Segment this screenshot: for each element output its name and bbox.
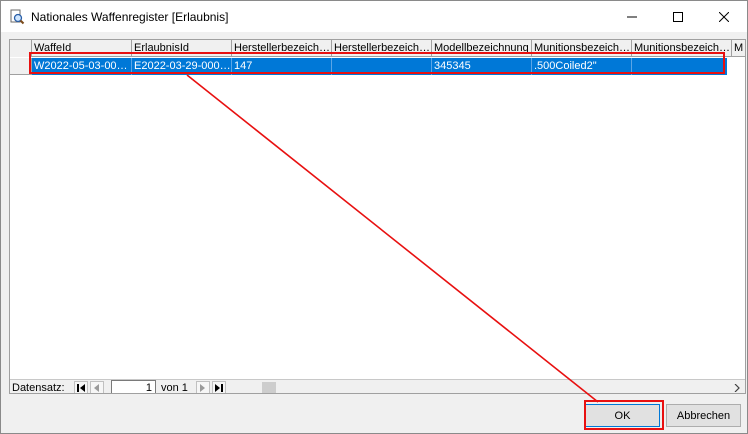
horizontal-scroll-thumb[interactable]: [262, 382, 276, 393]
column-header-modellbezeichnung[interactable]: Modellbezeichnung: [432, 40, 532, 57]
next-record-icon: [200, 384, 205, 392]
column-header-truncated[interactable]: M: [732, 40, 745, 57]
window-title: Nationales Waffenregister [Erlaubnis]: [31, 10, 229, 24]
cell-modellbezeichnung[interactable]: 345345: [432, 58, 532, 75]
data-grid[interactable]: WaffeId ErlaubnisId Herstellerbezeich… H…: [9, 39, 746, 394]
navigator-label: Datensatz:: [12, 382, 65, 394]
title-bar[interactable]: Nationales Waffenregister [Erlaubnis]: [1, 1, 747, 32]
cell-erlaubnisid[interactable]: E2022-03-29-000…: [132, 58, 232, 75]
previous-record-button[interactable]: [90, 381, 104, 393]
column-header-munitionsbezeichnung-1[interactable]: Munitionsbezeich…: [532, 40, 632, 57]
cell-herstellerbezeichnung-2[interactable]: [332, 58, 432, 75]
ok-button[interactable]: OK: [585, 404, 660, 427]
table-row[interactable]: W2022-05-03-00… E2022-03-29-000… 147 345…: [10, 58, 745, 75]
previous-record-icon: [94, 384, 99, 392]
last-record-button[interactable]: [212, 381, 226, 393]
column-header-waffeid[interactable]: WaffeId: [32, 40, 132, 57]
row-selector-header[interactable]: [10, 40, 32, 57]
close-button[interactable]: [701, 1, 747, 32]
cell-waffeid[interactable]: W2022-05-03-00…: [32, 58, 132, 75]
cell-munitionsbezeichnung-1[interactable]: .500Coiled2": [532, 58, 632, 75]
column-header-herstellerbezeichnung-1[interactable]: Herstellerbezeich…: [232, 40, 332, 57]
current-record-input[interactable]: [111, 380, 156, 393]
cell-munitionsbezeichnung-2[interactable]: [632, 58, 727, 75]
column-header-munitionsbezeichnung-2[interactable]: Munitionsbezeich…: [632, 40, 732, 57]
horizontal-scrollbar[interactable]: [248, 380, 745, 393]
scroll-right-button[interactable]: [731, 382, 743, 393]
column-header-erlaubnisid[interactable]: ErlaubnisId: [132, 40, 232, 57]
search-document-icon: [10, 9, 25, 25]
cell-herstellerbezeichnung-1[interactable]: 147: [232, 58, 332, 75]
minimize-button[interactable]: [609, 1, 655, 32]
record-count-text: von 1: [161, 382, 188, 394]
record-navigator: Datensatz: von 1: [10, 379, 745, 394]
cancel-button[interactable]: Abbrechen: [666, 404, 741, 427]
maximize-button[interactable]: [655, 1, 701, 32]
grid-header: WaffeId ErlaubnisId Herstellerbezeich… H…: [10, 40, 745, 57]
next-record-button[interactable]: [196, 381, 210, 393]
close-icon: [719, 11, 729, 22]
chevron-right-icon: [734, 384, 740, 392]
first-record-button[interactable]: [74, 381, 88, 393]
last-record-icon: [214, 384, 223, 392]
maximize-icon: [673, 11, 683, 22]
column-header-herstellerbezeichnung-2[interactable]: Herstellerbezeich…: [332, 40, 432, 57]
first-record-icon: [76, 384, 85, 392]
minimize-icon: [627, 16, 637, 17]
row-selector[interactable]: [10, 58, 32, 75]
dialog-window: Nationales Waffenregister [Erlaubnis] Wa…: [0, 0, 748, 434]
